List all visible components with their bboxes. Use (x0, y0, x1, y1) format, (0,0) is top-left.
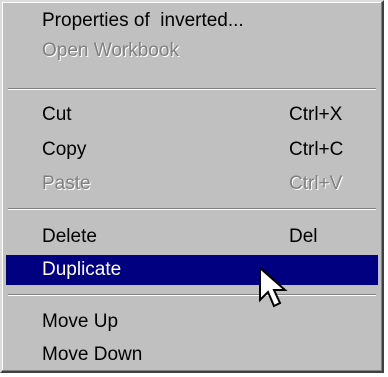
menu-item-label: Copy (42, 139, 87, 160)
menu-item-delete[interactable]: Delete Del (6, 222, 378, 252)
menu-item-shortcut: Ctrl+V (289, 173, 343, 194)
menu-item-cut[interactable]: Cut Ctrl+X (6, 100, 378, 130)
menu-item-label: Delete (42, 226, 97, 247)
menu-item-label: Duplicate (42, 259, 122, 280)
menu-item-label: Open Workbook (42, 40, 179, 61)
menu-separator (8, 208, 376, 210)
menu-item-move-up[interactable]: Move Up (6, 307, 378, 337)
menu-item-properties[interactable]: Properties of inverted... (6, 6, 378, 36)
menu-item-label: Paste (42, 173, 91, 194)
menu-item-duplicate[interactable]: Duplicate (6, 255, 378, 285)
menu-item-open-workbook: Open Workbook (6, 36, 378, 66)
menu-item-label: Move Down (42, 344, 143, 365)
menu-item-label: Properties of inverted... (42, 10, 244, 31)
menu-item-shortcut: Del (289, 226, 318, 247)
menu-separator (8, 294, 376, 296)
menu-separator (8, 88, 376, 90)
menu-item-label: Cut (42, 104, 72, 125)
menu-item-label: Move Up (42, 311, 119, 332)
menu-item-copy[interactable]: Copy Ctrl+C (6, 135, 378, 165)
menu-item-shortcut: Ctrl+X (289, 104, 343, 125)
menu-item-paste: Paste Ctrl+V (6, 169, 378, 199)
arrow-pointer-icon (259, 266, 288, 308)
menu-item-shortcut: Ctrl+C (289, 139, 344, 160)
menu-item-move-down[interactable]: Move Down (6, 340, 378, 370)
context-menu: Properties of inverted... Open Workbook … (0, 0, 384, 373)
